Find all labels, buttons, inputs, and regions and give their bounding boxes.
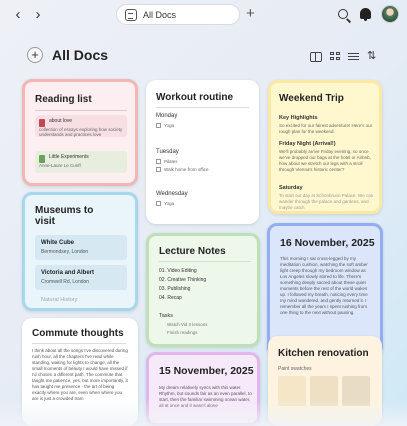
divider <box>32 343 126 344</box>
item-desc: collection of essays exploring how socie… <box>39 127 123 137</box>
list-item[interactable]: White Cube Bermondsey, London <box>35 235 127 260</box>
card-title: Commute thoughts <box>32 328 124 339</box>
item-desc: Anne-Laure Le Cunff <box>39 163 81 168</box>
list-item[interactable]: Victoria and Albert Cromwell Rd, London <box>35 265 127 290</box>
task-item[interactable]: Watch Vid 3 lessons <box>167 322 208 327</box>
list-item: 03. Publishing <box>159 286 191 292</box>
card-title: 15 November, 2025 <box>159 365 254 377</box>
paint-swatch <box>278 376 306 406</box>
task-checkbox[interactable]: Pilates <box>156 159 178 164</box>
board-view-icon[interactable] <box>310 52 322 62</box>
card-journal-nov15[interactable]: 15 November, 2025 My dream relatively sy… <box>146 352 260 426</box>
card-commute-thoughts[interactable]: Commute thoughts I think about all the s… <box>22 318 138 426</box>
card-body: This morning I sat cross-legged by my me… <box>280 256 368 315</box>
day-label: Tuesday <box>156 149 179 155</box>
chevron-left-icon[interactable]: ‹ <box>10 7 26 23</box>
tab-all-docs[interactable]: All Docs <box>116 4 240 25</box>
book-swatch <box>39 119 45 127</box>
task-item[interactable]: Finish readings <box>167 330 198 335</box>
tab-label: All Docs <box>143 9 177 20</box>
card-title: Weekend Trip <box>279 93 344 104</box>
task-checkbox[interactable]: Yoga <box>156 123 174 128</box>
card-title: Kitchen renovation <box>278 348 369 359</box>
card-body: My dream relatively syncs with this wate… <box>159 385 252 408</box>
list-view-icon[interactable] <box>348 52 360 62</box>
list-item: 01. Video Editing <box>159 268 197 274</box>
list-item: 02. Creative Thinking <box>159 277 207 283</box>
section: Saturday To start our day at Schönbrunn … <box>279 185 374 210</box>
top-bar: ‹ › All Docs + <box>0 0 407 30</box>
document-icon <box>125 8 137 21</box>
bell-icon[interactable] <box>360 8 371 21</box>
card-title: 16 November, 2025 <box>280 237 375 249</box>
card-kitchen-renovation[interactable]: Kitchen renovation Paint swatches <box>268 336 382 426</box>
section: Key Highlights So excited for our faires… <box>279 115 373 134</box>
grid-view-icon[interactable] <box>330 52 342 62</box>
task-checkbox[interactable]: Yoga <box>156 201 174 206</box>
card-body: I think about all the songs I've discove… <box>32 348 128 401</box>
faded-item: Natural History <box>41 297 78 303</box>
list-item[interactable]: about love collection of essays explorin… <box>35 115 127 137</box>
day-label: Wednesday <box>156 191 188 197</box>
list-item: 04. Recap <box>159 295 182 301</box>
card-workout-routine[interactable]: Workout routine Monday Yoga Tuesday Pila… <box>146 80 259 224</box>
book-swatch <box>39 155 45 163</box>
card-title: Museums to visit <box>35 205 94 227</box>
search-icon[interactable] <box>338 9 348 19</box>
item-title: about love <box>49 118 73 124</box>
card-title: Lecture Notes <box>159 246 226 257</box>
paint-swatch <box>310 376 338 406</box>
divider <box>159 261 251 262</box>
card-weekend-trip[interactable]: Weekend Trip Key Highlights So excited f… <box>268 80 382 214</box>
card-subtitle: Paint swatches <box>278 366 312 372</box>
paint-swatch <box>342 376 370 406</box>
card-title: Reading list <box>35 94 92 105</box>
card-reading-list[interactable]: Reading list about love collection of es… <box>22 79 138 186</box>
page-header: + All Docs ⇅ <box>0 40 407 70</box>
avatar[interactable] <box>381 5 399 23</box>
section: Friday Night (Arrival!) We'll probably a… <box>279 141 371 172</box>
day-label: Monday <box>156 113 178 119</box>
card-museums[interactable]: Museums to visit White Cube Bermondsey, … <box>22 192 138 311</box>
tasks-heading: Tasks <box>159 313 174 319</box>
chevron-right-icon[interactable]: › <box>30 7 46 23</box>
card-lecture-notes[interactable]: Lecture Notes 01. Video Editing 02. Crea… <box>146 233 260 347</box>
divider <box>156 107 249 108</box>
list-item[interactable]: Little Experiments Anne-Laure Le Cunff <box>35 151 127 173</box>
divider <box>35 110 127 111</box>
page-title: All Docs <box>52 47 109 63</box>
sort-icon[interactable]: ⇅ <box>367 49 379 62</box>
card-title: Workout routine <box>156 92 234 103</box>
task-checkbox[interactable]: Walk home from office <box>156 167 209 172</box>
new-tab-plus-icon[interactable]: + <box>246 5 255 22</box>
item-title: Little Experiments <box>49 154 89 160</box>
add-doc-button[interactable]: + <box>27 47 43 63</box>
